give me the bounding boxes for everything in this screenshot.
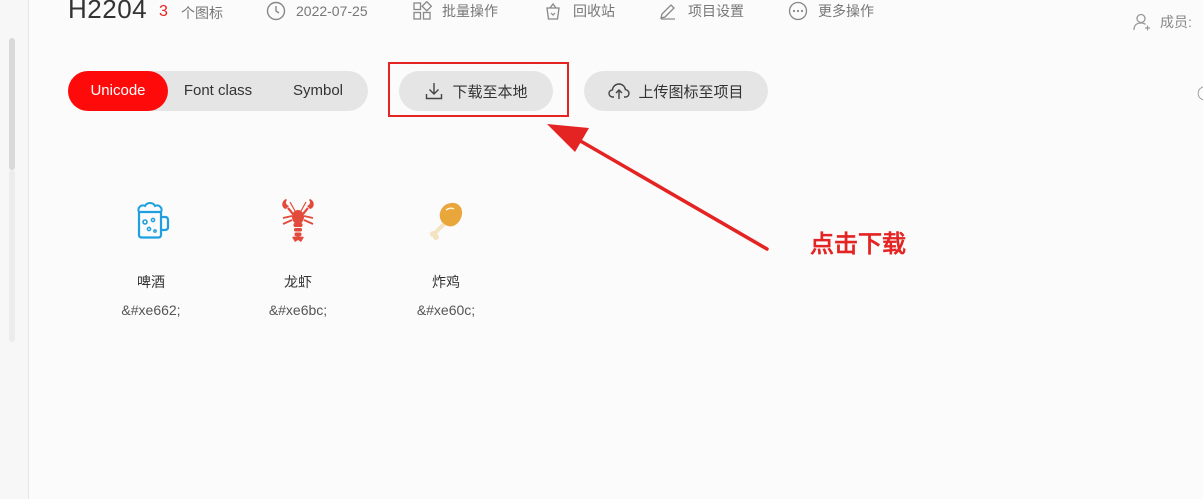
annotation-text: 点击下载 xyxy=(810,231,906,258)
annotation-arrow xyxy=(547,124,769,251)
scrollbar-track[interactable] xyxy=(9,170,15,342)
project-main-panel: H2204 3 个图标 2022-07-25 批量操作 回收站 项目设置 更多操… xyxy=(29,0,1203,499)
scrollbar-thumb[interactable] xyxy=(9,38,15,170)
left-sidebar-strip xyxy=(0,0,29,499)
